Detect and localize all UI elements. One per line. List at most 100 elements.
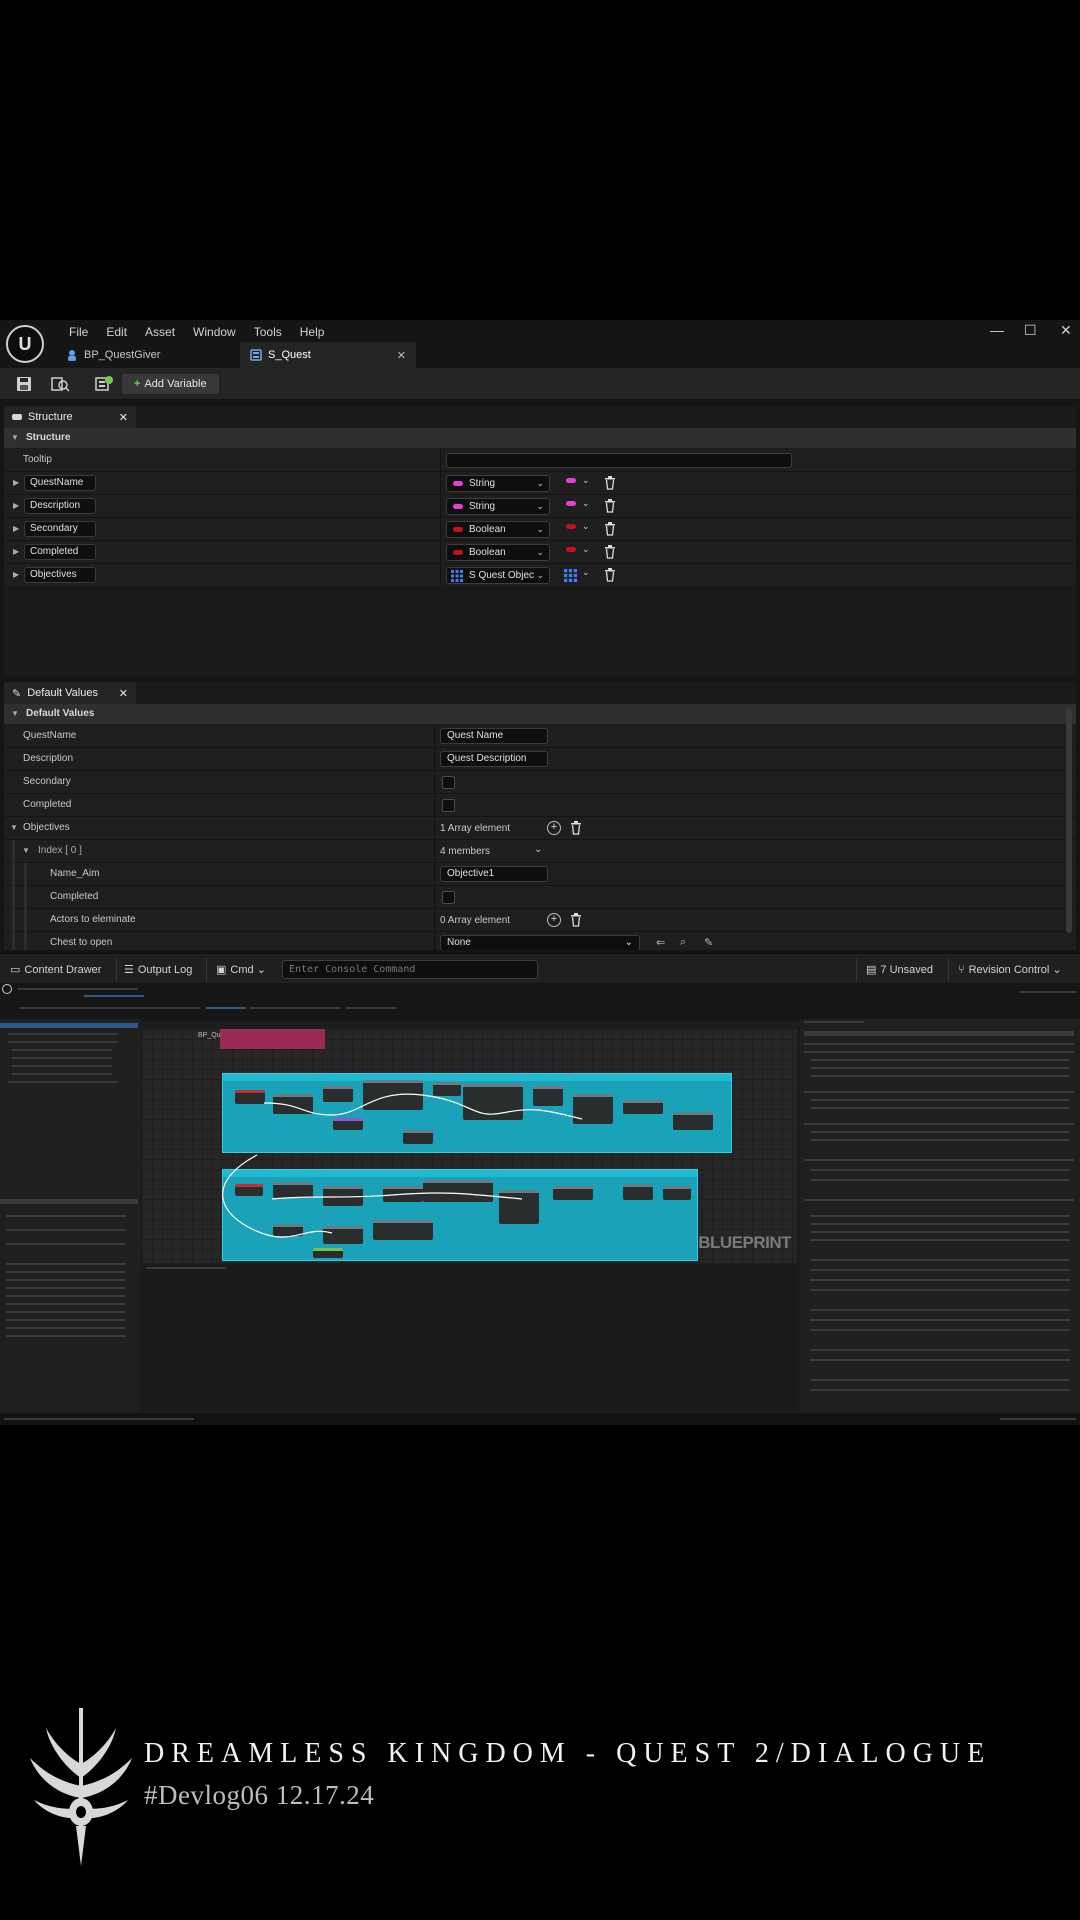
menu-asset[interactable]: Asset <box>136 324 184 340</box>
output-log-button[interactable]: ☰ Output Log <box>124 960 192 980</box>
menu-window[interactable]: Window <box>184 324 245 340</box>
delete-icon[interactable] <box>604 568 616 582</box>
unreal-logo-icon[interactable]: U <box>6 325 44 363</box>
struct-editor-window: U File Edit Asset Window Tools Help — ☐ … <box>0 320 1080 985</box>
structure-section-header[interactable]: Structure <box>4 428 1076 448</box>
add-element-icon[interactable]: + <box>547 913 561 927</box>
menu-help[interactable]: Help <box>291 324 334 340</box>
container-type-icon[interactable] <box>566 478 576 483</box>
close-window-icon[interactable]: ✕ <box>1060 322 1072 339</box>
save-icon[interactable] <box>14 375 34 393</box>
details-panel <box>800 1019 1080 1411</box>
member-type-dropdown[interactable]: S Quest Objec ⌄ <box>446 567 550 584</box>
delete-icon[interactable] <box>604 499 616 513</box>
chevron-down-icon[interactable]: ⌄ <box>534 844 542 855</box>
add-struct-icon[interactable] <box>94 375 114 393</box>
structure-tab[interactable]: Structure ✕ <box>4 406 136 428</box>
chevron-down-icon: ⌄ <box>624 937 633 948</box>
expand-icon[interactable]: ▶ <box>13 501 19 510</box>
revision-control-button[interactable]: ⑂ Revision Control ⌄ <box>958 960 1062 980</box>
delete-icon[interactable] <box>570 913 582 927</box>
menu-bar: U File Edit Asset Window Tools Help — ☐ … <box>0 320 1080 368</box>
string-pin-icon <box>453 504 463 509</box>
default-values-section-header[interactable]: Default Values <box>4 704 1076 724</box>
index-members[interactable]: 4 members <box>440 846 490 857</box>
menu-file[interactable]: File <box>60 324 97 340</box>
member-type-dropdown[interactable]: Boolean ⌄ <box>446 521 550 538</box>
console-input[interactable]: Enter Console Command <box>282 960 538 979</box>
scrollbar[interactable] <box>1066 708 1072 933</box>
secondary-checkbox[interactable] <box>442 776 455 789</box>
member-name-input[interactable]: QuestName <box>24 475 96 491</box>
expand-icon[interactable]: ▶ <box>13 524 19 533</box>
compiler-results-panel <box>142 1265 797 1411</box>
description-row: Description Quest Description <box>4 748 1076 771</box>
close-panel-icon[interactable]: ✕ <box>119 411 128 424</box>
container-type-icon[interactable] <box>566 524 576 529</box>
objective-completed-checkbox[interactable] <box>442 891 455 904</box>
container-type-icon[interactable] <box>566 501 576 506</box>
completed-checkbox[interactable] <box>442 799 455 812</box>
delete-icon[interactable] <box>604 476 616 490</box>
member-type-dropdown[interactable]: Boolean ⌄ <box>446 544 550 561</box>
struct-pin-icon <box>451 570 463 582</box>
default-values-tab[interactable]: ✎ Default Values ✕ <box>4 682 136 704</box>
add-variable-button[interactable]: + Add Variable <box>122 374 219 394</box>
collapse-icon[interactable]: ▼ <box>10 823 18 832</box>
description-input[interactable]: Quest Description <box>440 751 548 767</box>
close-panel-icon[interactable]: ✕ <box>119 687 128 700</box>
collapse-icon[interactable]: ▼ <box>22 846 30 855</box>
member-name-input[interactable]: Completed <box>24 544 96 560</box>
member-type-dropdown[interactable]: String ⌄ <box>446 475 550 492</box>
structure-empty-area <box>4 586 1076 676</box>
chevron-down-icon[interactable]: ⌄ <box>582 498 590 509</box>
tab-s-quest[interactable]: S_Quest ✕ <box>240 342 416 368</box>
chevron-down-icon[interactable]: ⌄ <box>582 475 590 486</box>
terminal-icon: ▣ <box>216 964 227 976</box>
chevron-down-icon[interactable]: ⌄ <box>582 567 590 578</box>
member-type-dropdown[interactable]: String ⌄ <box>446 498 550 515</box>
chevron-down-icon[interactable]: ⌄ <box>582 544 590 555</box>
member-name-input[interactable]: Objectives <box>24 567 96 583</box>
tooltip-input[interactable] <box>446 453 792 468</box>
blueprint-status-bar <box>0 1413 1080 1425</box>
chest-dropdown[interactable]: None ⌄ <box>440 935 640 950</box>
expand-icon[interactable]: ▶ <box>13 547 19 556</box>
name-aim-input[interactable]: Objective1 <box>440 866 548 882</box>
objective-completed-label: Completed <box>50 891 99 902</box>
expand-icon[interactable]: ▶ <box>13 478 19 487</box>
delete-icon[interactable] <box>604 522 616 536</box>
member-name-input[interactable]: Description <box>24 498 96 514</box>
container-type-icon[interactable] <box>566 547 576 552</box>
chevron-down-icon: ⌄ <box>536 501 544 511</box>
array-container-icon[interactable] <box>564 569 577 582</box>
chest-value: None <box>447 937 471 948</box>
actors-label: Actors to eleminate <box>50 914 136 925</box>
delete-icon[interactable] <box>570 821 582 835</box>
browse-asset-icon[interactable]: ⌕ <box>680 936 686 949</box>
name-aim-label: Name_Aim <box>50 868 100 879</box>
cmd-dropdown[interactable]: ▣ Cmd ⌄ <box>216 960 266 980</box>
unsaved-button[interactable]: ▤ 7 Unsaved <box>866 960 933 980</box>
close-tab-icon[interactable]: ✕ <box>397 349 406 362</box>
browse-icon[interactable] <box>50 375 70 393</box>
member-name-input[interactable]: Secondary <box>24 521 96 537</box>
quest-name-input[interactable]: Quest Name <box>440 728 548 744</box>
expand-icon[interactable]: ▶ <box>13 570 19 579</box>
struct-icon <box>250 349 262 361</box>
delete-icon[interactable] <box>604 545 616 559</box>
maximize-icon[interactable]: ☐ <box>1024 322 1037 339</box>
minimize-icon[interactable]: — <box>990 322 1004 338</box>
content-drawer-button[interactable]: ▭ Content Drawer <box>10 960 101 980</box>
event-graph-canvas[interactable]: BP_QuestGiver › EventGraph <box>142 1029 797 1263</box>
menu-edit[interactable]: Edit <box>97 324 136 340</box>
eyedropper-icon[interactable]: ✎ <box>704 936 713 949</box>
chevron-down-icon[interactable]: ⌄ <box>582 521 590 532</box>
tab-bp-questgiver[interactable]: BP_QuestGiver <box>56 342 240 368</box>
menu-tools[interactable]: Tools <box>245 324 291 340</box>
chest-row: Chest to open None ⌄ ⇐ ⌕ ✎ <box>4 932 1076 950</box>
member-row: ▶ Objectives S Quest Objec ⌄ ⌄ <box>4 564 1076 587</box>
use-selected-icon[interactable]: ⇐ <box>656 936 665 949</box>
add-element-icon[interactable]: + <box>547 821 561 835</box>
tooltip-label: Tooltip <box>23 454 52 465</box>
